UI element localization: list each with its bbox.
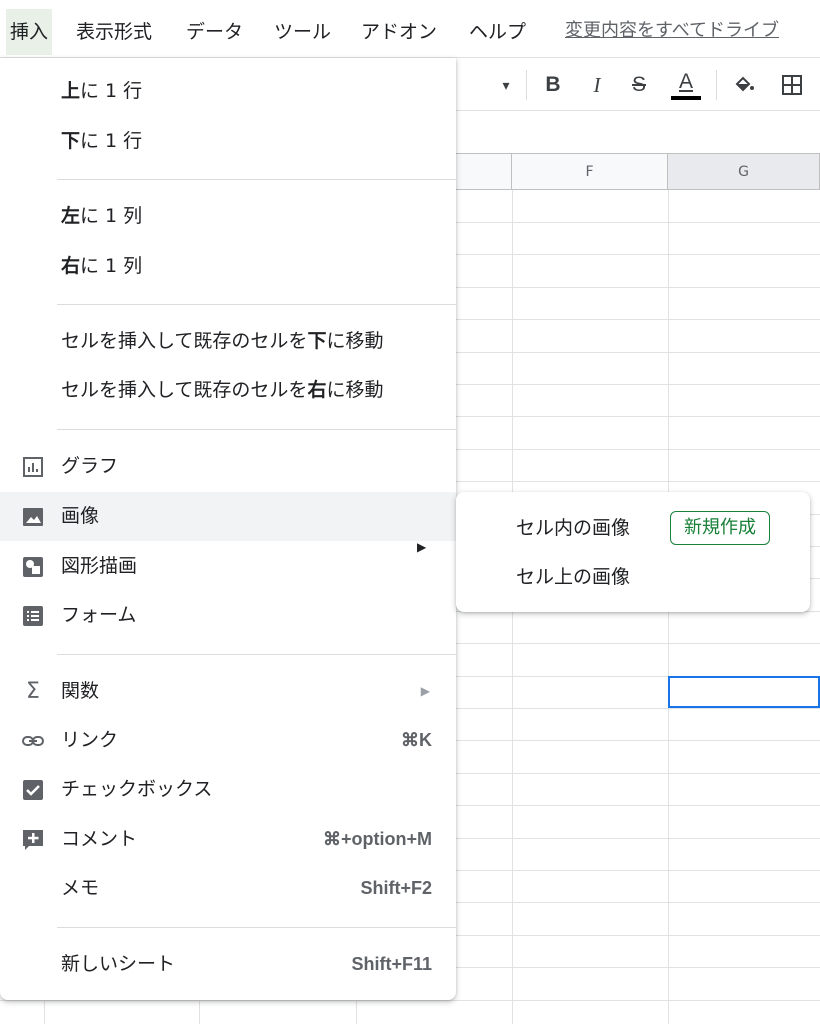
insert-cells-shift-right[interactable]: セルを挿入して既存のセルを右に移動 <box>0 366 456 415</box>
menu-item-label: 画像 <box>61 505 100 527</box>
shortcut-label: ⌘+option+M <box>323 829 432 849</box>
shortcut-label: ⌘K <box>401 730 432 750</box>
menu-item-label: セルを挿入して既存のセルを下に移動 <box>61 330 384 352</box>
formula-bar[interactable] <box>456 110 820 154</box>
insert-column-left[interactable]: 左に 1 列 <box>0 192 456 241</box>
insert-row-above[interactable]: 上に 1 行 <box>0 67 456 116</box>
menu-format[interactable]: 表示形式 <box>76 9 152 55</box>
menu-item-label: リンク <box>61 729 119 751</box>
toolbar: ▾ B I S A <box>456 58 820 110</box>
menu-item-label: 新しいシート <box>61 953 176 975</box>
menu-item-label: チェックボックス <box>61 778 213 800</box>
insert-row-below[interactable]: 下に 1 行 <box>0 117 456 166</box>
insert-comment[interactable]: コメント ⌘+option+M <box>0 815 456 864</box>
insert-column-right[interactable]: 右に 1 列 <box>0 242 456 291</box>
image-icon <box>23 508 43 526</box>
menu-divider <box>57 927 456 928</box>
toolbar-divider <box>716 70 717 100</box>
menu-item-label: 下に 1 行 <box>61 130 143 152</box>
all-changes-saved-link[interactable]: 変更内容をすべてドライブ <box>565 11 779 51</box>
form-icon <box>23 606 43 626</box>
selected-cell[interactable] <box>668 676 820 708</box>
new-badge: 新規作成 <box>670 511 770 545</box>
fill-color-icon[interactable] <box>728 70 760 100</box>
italic-button[interactable]: I <box>584 70 610 100</box>
column-header-g[interactable]: G <box>668 154 820 190</box>
submenu-item-label: セル上の画像 <box>516 566 631 588</box>
menu-item-label: 右に 1 列 <box>61 255 143 277</box>
menu-divider <box>57 429 456 430</box>
insert-function[interactable]: Σ 関数 ▶ <box>0 667 456 716</box>
toolbar-divider <box>526 70 527 100</box>
grid-line <box>0 1000 820 1001</box>
menu-divider <box>57 179 456 180</box>
menu-item-label: コメント <box>61 828 138 850</box>
insert-drawing[interactable]: 図形描画 <box>0 542 456 591</box>
menu-item-label: 関数 <box>61 680 100 702</box>
menu-insert[interactable]: 挿入 <box>6 9 53 55</box>
menu-tools[interactable]: ツール <box>274 9 331 55</box>
strikethrough-button[interactable]: S <box>626 70 652 100</box>
text-color-label: A <box>678 70 693 93</box>
insert-new-sheet[interactable]: 新しいシート Shift+F11 <box>0 940 456 989</box>
column-header-e[interactable] <box>456 154 512 190</box>
menu-item-label: 図形描画 <box>61 555 138 577</box>
menu-addons[interactable]: アドオン <box>361 9 437 55</box>
menu-data[interactable]: データ <box>186 9 243 55</box>
submenu-item-label: セル内の画像 <box>516 517 631 539</box>
menu-item-label: メモ <box>61 877 100 899</box>
image-submenu: セル内の画像 新規作成 セル上の画像 <box>456 492 810 612</box>
menubar: 挿入 表示形式 データ ツール アドオン ヘルプ 変更内容をすべてドライブ <box>0 0 820 58</box>
link-icon <box>22 736 44 746</box>
submenu-arrow-icon: ▶ <box>420 684 430 698</box>
menu-item-label: セルを挿入して既存のセルを右に移動 <box>61 379 384 401</box>
borders-icon[interactable] <box>776 70 808 100</box>
font-size-dropdown-icon[interactable]: ▾ <box>496 70 516 100</box>
text-color-swatch <box>671 96 701 100</box>
sigma-icon: Σ <box>26 679 40 704</box>
insert-checkbox[interactable]: チェックボックス <box>0 765 456 814</box>
menu-divider <box>57 654 456 655</box>
insert-cells-shift-down[interactable]: セルを挿入して既存のセルを下に移動 <box>0 317 456 366</box>
add-comment-icon <box>23 830 43 850</box>
checkbox-icon <box>23 780 43 800</box>
image-submenu-arrow-icon: ▶ <box>417 540 427 554</box>
image-over-cells[interactable]: セル上の画像 <box>456 553 810 602</box>
shortcut-label: Shift+F2 <box>360 878 432 898</box>
insert-note[interactable]: メモ Shift+F2 <box>0 864 456 913</box>
insert-chart[interactable]: グラフ <box>0 442 456 491</box>
column-header-f[interactable]: F <box>512 154 668 190</box>
menu-item-label: 左に 1 列 <box>61 205 143 227</box>
bold-button[interactable]: B <box>540 70 566 100</box>
menu-item-label: グラフ <box>61 455 119 477</box>
menu-item-label: 上に 1 行 <box>61 80 143 102</box>
menu-help[interactable]: ヘルプ <box>469 9 526 55</box>
drawing-icon <box>23 557 43 577</box>
insert-menu: 上に 1 行 下に 1 行 左に 1 列 右に 1 列 セルを挿入して既存のセル… <box>0 58 456 1000</box>
shortcut-label: Shift+F11 <box>351 954 432 974</box>
menu-item-label: フォーム <box>61 604 137 626</box>
chart-icon <box>23 457 43 477</box>
insert-image[interactable]: 画像 <box>0 492 456 541</box>
text-color-button[interactable]: A <box>669 70 703 100</box>
menu-divider <box>57 304 456 305</box>
insert-form[interactable]: フォーム <box>0 591 456 640</box>
insert-link[interactable]: リンク ⌘K <box>0 716 456 765</box>
